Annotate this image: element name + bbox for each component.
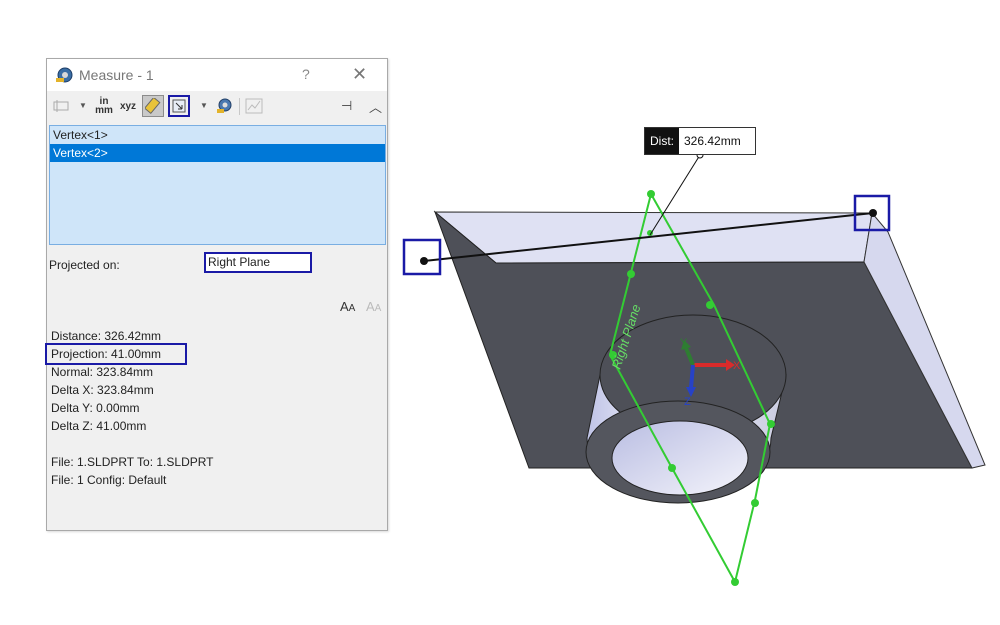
triad-x-label: X [733, 360, 741, 372]
distance-callout-value: 326.42mm [684, 134, 741, 148]
distance-callout-label: Dist: [645, 128, 679, 154]
vertex-1-point[interactable] [420, 257, 428, 265]
vertex-1-highlight [402, 238, 442, 276]
vertex-2-point[interactable] [869, 209, 877, 217]
graphics-area[interactable]: Right Plane X Y Z [0, 0, 1000, 625]
triad-z-label: Z [684, 396, 691, 408]
distance-callout: Dist: 326.42mm [644, 127, 756, 155]
triad-y-label: Y [680, 337, 688, 349]
